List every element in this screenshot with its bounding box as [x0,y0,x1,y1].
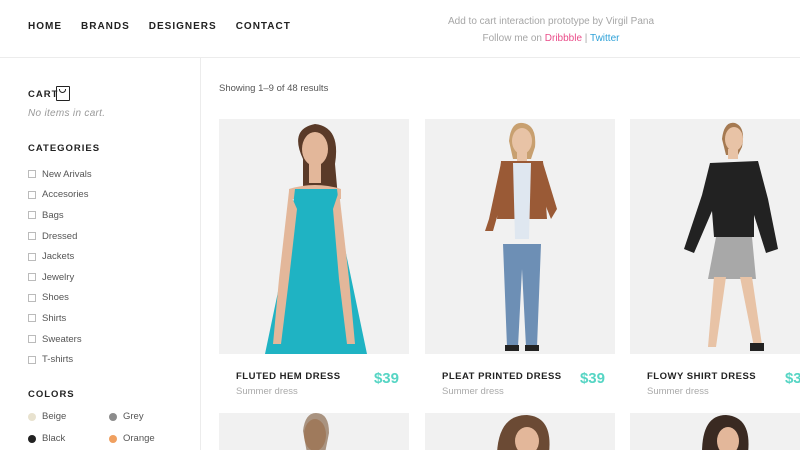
nav-contact[interactable]: CONTACT [236,21,291,32]
credit-text: Add to cart interaction prototype by Vir… [420,13,682,47]
color-filter-list: Beige Grey Black Orange [28,411,198,444]
follow-line: Follow me on Dribbble | Twitter [420,30,682,47]
product-image[interactable] [630,119,800,354]
link-separator: | [584,33,588,44]
category-label: Dressed [42,230,78,242]
color-label: Grey [123,411,144,422]
category-label: Shirts [42,312,67,324]
twitter-link[interactable]: Twitter [590,33,619,44]
color-label: Black [42,433,66,444]
category-label: New Arivals [42,168,92,180]
product-price: $39 [784,370,800,387]
color-label: Beige [42,411,67,422]
product-image[interactable] [425,413,615,450]
color-beige[interactable]: Beige [28,411,109,422]
color-label: Orange [123,433,155,444]
main-nav: HOME BRANDS DESIGNERS CONTACT [28,21,291,32]
product-name[interactable]: FLOWY SHIRT DRESS [647,371,756,382]
top-header: HOME BRANDS DESIGNERS CONTACT Add to car… [0,0,800,58]
product-name[interactable]: PLEAT PRINTED DRESS [442,371,562,382]
checkbox[interactable] [28,190,36,199]
cart-title: CART [28,89,59,100]
category-label: Sweaters [42,333,82,345]
category-shoes[interactable]: Shoes [28,288,92,309]
product-image[interactable] [219,119,409,354]
category-label: Shoes [42,292,69,304]
category-sweaters[interactable]: Sweaters [28,329,92,350]
nav-brands[interactable]: BRANDS [81,21,130,32]
categories-title: CATEGORIES [28,143,101,154]
checkbox[interactable] [28,232,36,241]
results-count: Showing 1–9 of 48 results [219,83,329,94]
product-image[interactable] [219,413,409,450]
color-black[interactable]: Black [28,433,109,444]
category-accessories[interactable]: Accesories [28,185,92,206]
color-swatch [109,412,117,421]
dribbble-link[interactable]: Dribbble [545,33,582,44]
checkbox[interactable] [28,211,36,220]
product-name[interactable]: FLUTED HEM DRESS [236,371,341,382]
filter-sidebar: CART No items in cart. CATEGORIES New Ar… [0,58,201,450]
product-subtitle: Summer dress [442,386,504,397]
category-label: Bags [42,209,64,221]
checkbox[interactable] [28,314,36,323]
checkbox[interactable] [28,335,36,344]
category-dresses[interactable]: Dressed [28,226,92,247]
color-swatch [28,412,36,421]
checkbox[interactable] [28,355,36,364]
category-label: T-shirts [42,354,74,366]
credit-line: Add to cart interaction prototype by Vir… [447,16,655,27]
nav-home[interactable]: HOME [28,21,62,32]
category-list: New Arivals Accesories Bags Dressed Jack… [28,164,92,370]
checkbox[interactable] [28,273,36,282]
category-tshirts[interactable]: T-shirts [28,349,92,370]
checkbox[interactable] [28,252,36,261]
category-label: Accesories [42,189,89,201]
product-price: $39 [579,370,605,387]
product-image[interactable] [630,413,800,450]
shopping-bag-icon[interactable] [56,86,70,101]
category-jackets[interactable]: Jackets [28,246,92,267]
cart-empty-message: No items in cart. [28,108,106,119]
category-shirts[interactable]: Shirts [28,308,92,329]
color-swatch [109,434,117,443]
category-jewelry[interactable]: Jewelry [28,267,92,288]
product-image[interactable] [425,119,615,354]
product-price: $39 [373,370,399,387]
checkbox[interactable] [28,170,36,179]
follow-label: Follow me on [482,33,542,44]
product-subtitle: Summer dress [647,386,709,397]
nav-designers[interactable]: DESIGNERS [149,21,217,32]
category-label: Jewelry [42,271,75,283]
color-orange[interactable]: Orange [109,433,190,444]
product-subtitle: Summer dress [236,386,298,397]
category-label: Jackets [42,251,75,263]
checkbox[interactable] [28,293,36,302]
colors-title: COLORS [28,389,75,400]
color-swatch [28,434,36,443]
color-grey[interactable]: Grey [109,411,190,422]
category-new-arrivals[interactable]: New Arivals [28,164,92,185]
category-bags[interactable]: Bags [28,205,92,226]
